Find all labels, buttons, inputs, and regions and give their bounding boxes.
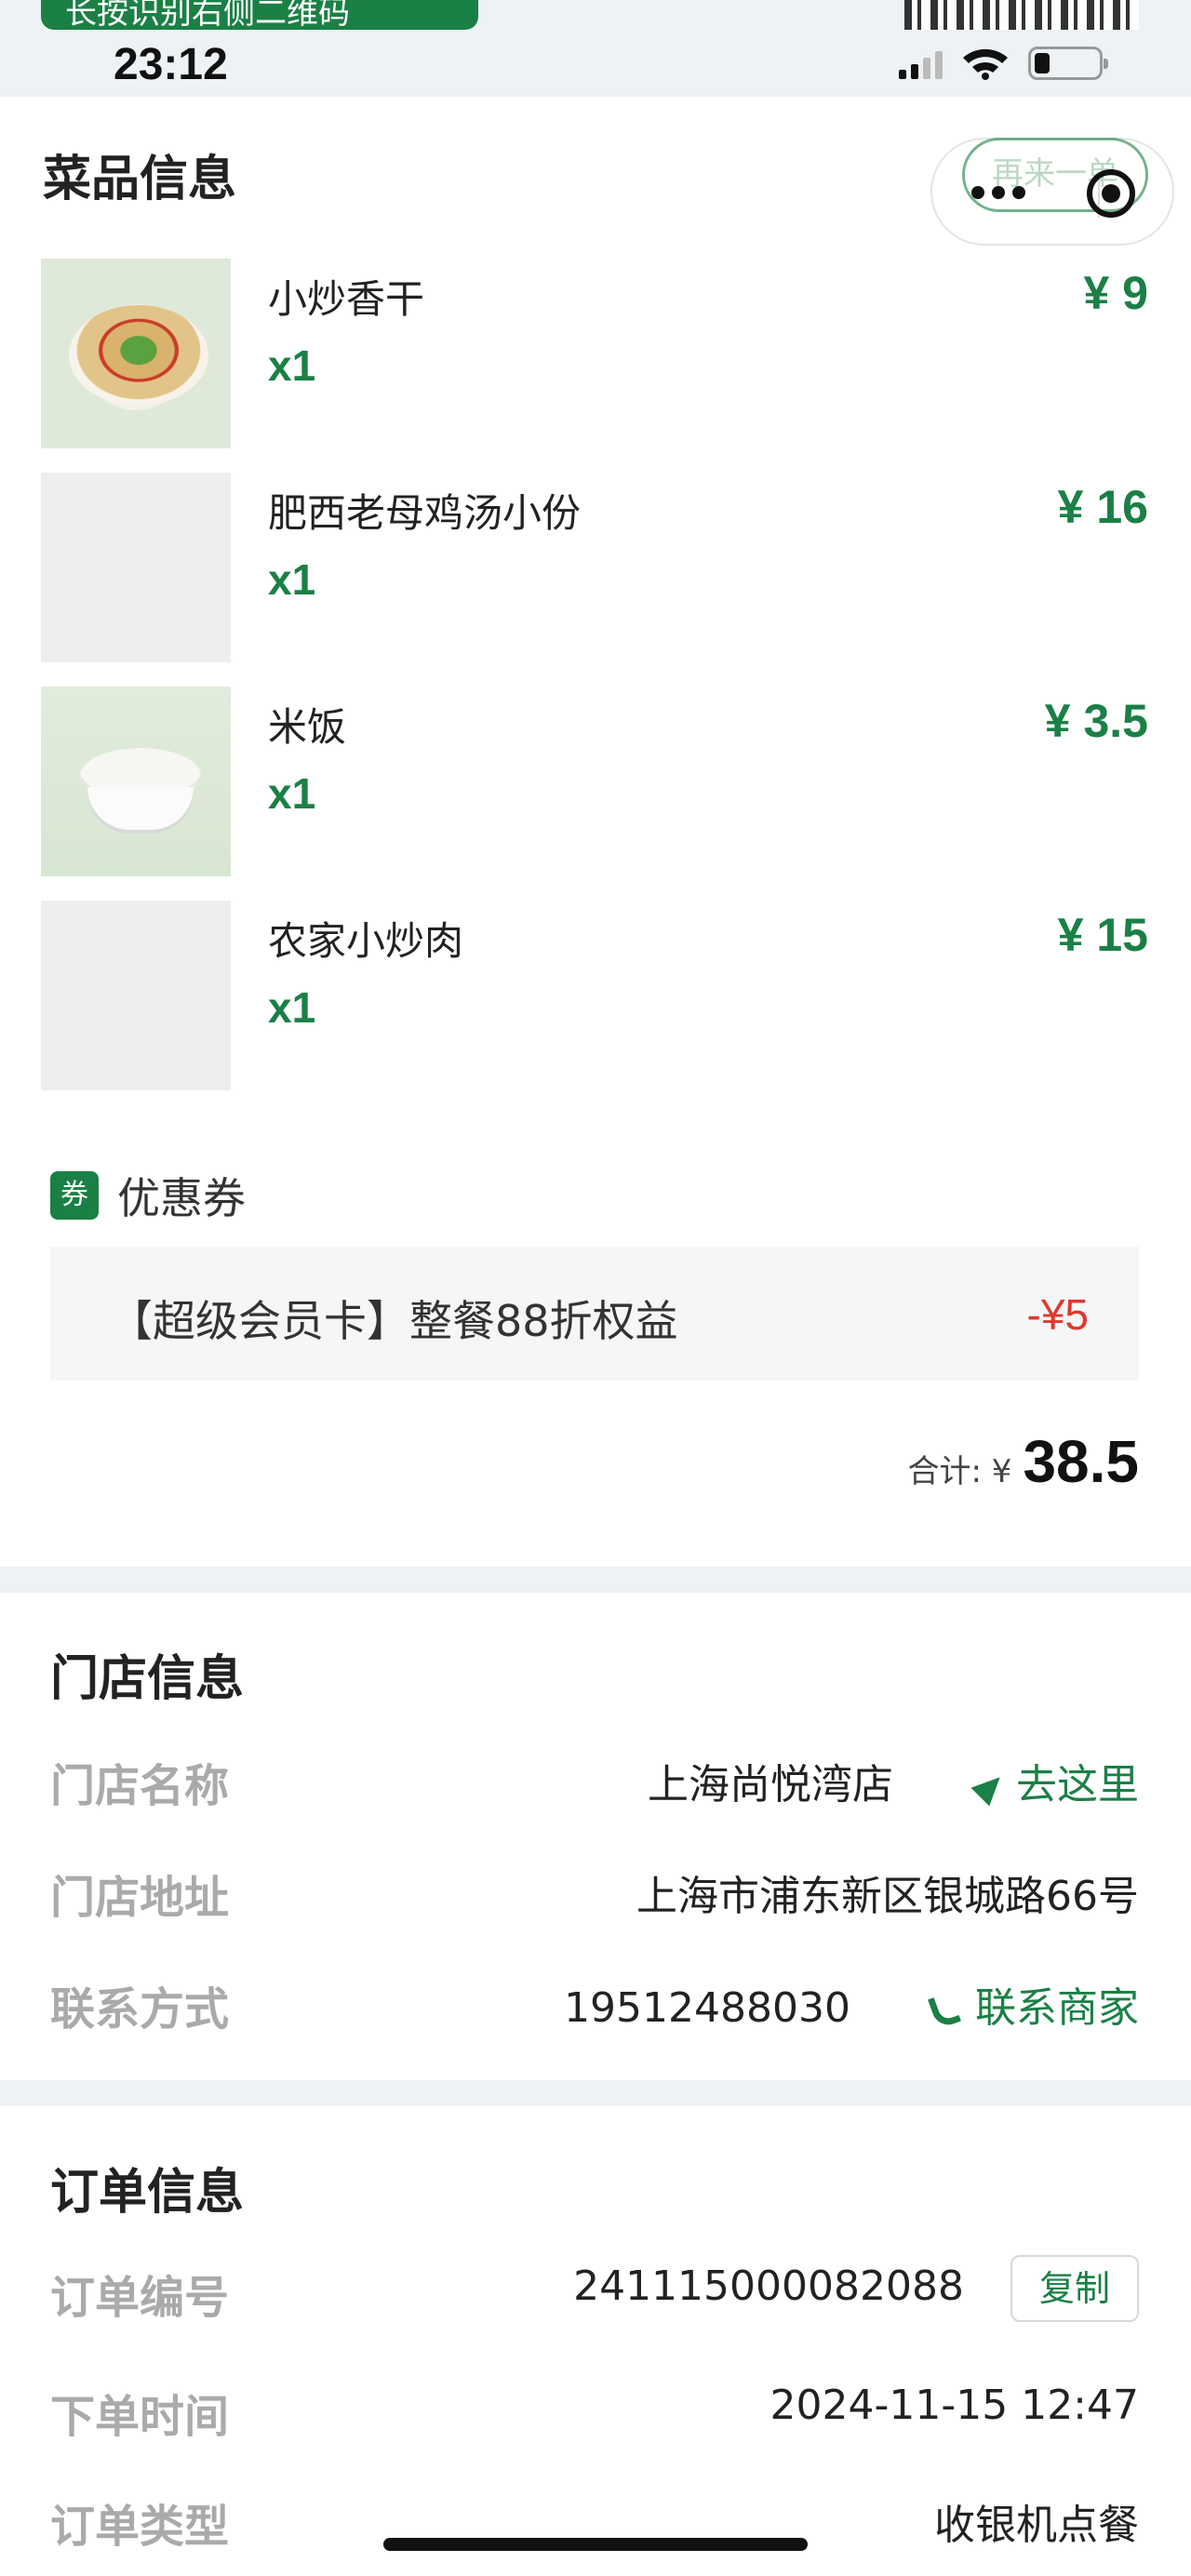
- signal-icon: [899, 47, 943, 79]
- battery-icon: [1028, 47, 1108, 80]
- store-contact-label: 联系方式: [50, 1983, 230, 2035]
- order-total: 合计: ¥ 38.5: [908, 1427, 1139, 1496]
- coupon-name: 【超级会员卡】整餐88折权益: [110, 1296, 678, 1346]
- total-value: 38.5: [1023, 1428, 1139, 1495]
- coupon-discount: -¥5: [1026, 1290, 1089, 1339]
- order-number-row: 订单编号 241115000082088 复制: [50, 2255, 1139, 2326]
- store-name-value: 上海尚悦湾店: [648, 1761, 893, 1809]
- qr-code-icon: [904, 0, 1139, 30]
- dish-name: 米饭: [268, 704, 347, 750]
- order-time-value: 2024-11-15 12:47: [769, 2382, 1140, 2429]
- dish-price: ¥ 3.5: [1044, 695, 1148, 747]
- dish-quantity: x1: [268, 983, 316, 1032]
- store-section: 门店信息 门店名称 上海尚悦湾店 去这里 门店地址 上海市浦东新区银城路66号 …: [0, 1593, 1191, 2080]
- store-address-value: 上海市浦东新区银城路66号: [636, 1873, 1139, 1920]
- dish-image: [41, 259, 231, 448]
- navigation-arrow-icon: [970, 1768, 1010, 1807]
- qr-hint-banner[interactable]: 长按识别右侧二维码: [41, 0, 478, 30]
- order-time-label: 下单时间: [50, 2391, 230, 2443]
- store-name-group: 上海尚悦湾店 去这里: [648, 1751, 1139, 1810]
- navigate-label: 去这里: [1016, 1761, 1139, 1809]
- copy-button[interactable]: 复制: [1010, 2255, 1139, 2322]
- list-item: 小炒香干 x1 ¥ 9: [41, 259, 1148, 448]
- store-address-row: 门店地址 上海市浦东新区银城路66号: [50, 1861, 1139, 1926]
- dish-quantity: x1: [268, 555, 316, 604]
- list-item: 农家小炒肉 x1 ¥ 15: [41, 901, 1148, 1090]
- status-icons: [899, 47, 1108, 80]
- store-contact-row: 联系方式 19512488030 联系商家: [50, 1972, 1139, 2037]
- dish-name: 肥西老母鸡汤小份: [268, 490, 582, 536]
- dish-quantity: x1: [268, 341, 316, 390]
- status-time: 23:12: [114, 40, 228, 89]
- order-type-label: 订单类型: [50, 2501, 230, 2553]
- dish-image: [41, 473, 231, 662]
- close-miniprogram-icon[interactable]: [1087, 169, 1135, 218]
- store-name-label: 门店名称: [50, 1760, 230, 1812]
- dish-quantity: x1: [268, 769, 316, 818]
- list-item: 米饭 x1 ¥ 3.5: [41, 687, 1148, 876]
- status-bar: 长按识别右侧二维码 23:12: [0, 0, 1191, 97]
- order-section: 订单信息 订单编号 241115000082088 复制 下单时间 2024-1…: [0, 2106, 1191, 2576]
- order-number-label: 订单编号: [50, 2272, 230, 2324]
- total-label: 合计: ¥: [907, 1453, 1012, 1490]
- dish-price: ¥ 16: [1057, 481, 1148, 533]
- dish-price: ¥ 9: [1083, 267, 1148, 319]
- dish-image: [41, 901, 231, 1090]
- store-phone-value: 19512488030: [564, 1984, 850, 2032]
- dish-image: [41, 687, 231, 876]
- order-type-value: 收银机点餐: [934, 2502, 1139, 2549]
- coupon-icon: 券: [50, 1171, 99, 1220]
- menu-section-title: 菜品信息: [43, 152, 237, 207]
- section-divider: [0, 1567, 1191, 1593]
- phone-icon: [927, 1991, 962, 2030]
- order-number-group: 241115000082088 复制: [573, 2255, 1139, 2322]
- navigate-button[interactable]: 去这里: [970, 1761, 1139, 1809]
- dish-price: ¥ 15: [1057, 909, 1148, 961]
- order-number-value: 241115000082088: [573, 2262, 964, 2310]
- dish-name: 小炒香干: [268, 276, 425, 322]
- section-divider: [0, 2080, 1191, 2106]
- more-icon[interactable]: [971, 186, 1025, 199]
- store-address-label: 门店地址: [50, 1872, 230, 1924]
- home-indicator[interactable]: [383, 2538, 808, 2551]
- store-contact-group: 19512488030 联系商家: [564, 1974, 1139, 2034]
- coupon-label: 优惠券: [117, 1173, 246, 1223]
- store-name-row: 门店名称 上海尚悦湾店 去这里: [50, 1749, 1139, 1814]
- coupon-header: 券 优惠券: [50, 1165, 246, 1226]
- call-merchant-button[interactable]: 联系商家: [927, 1984, 1139, 2032]
- store-section-title: 门店信息: [50, 1651, 245, 1707]
- order-section-title: 订单信息: [50, 2165, 245, 2221]
- list-item: 肥西老母鸡汤小份 x1 ¥ 16: [41, 473, 1148, 662]
- menu-section: 菜品信息 再来一单 小炒香干 x1 ¥ 9 肥西老母鸡汤小份 x1 ¥ 16 米…: [0, 97, 1191, 1567]
- wifi-icon: [963, 48, 1008, 80]
- dish-name: 农家小炒肉: [268, 918, 464, 964]
- order-time-row: 下单时间 2024-11-15 12:47: [50, 2380, 1139, 2445]
- coupon-row: 【超级会员卡】整餐88折权益 -¥5: [50, 1247, 1139, 1381]
- call-merchant-label: 联系商家: [975, 1984, 1139, 2032]
